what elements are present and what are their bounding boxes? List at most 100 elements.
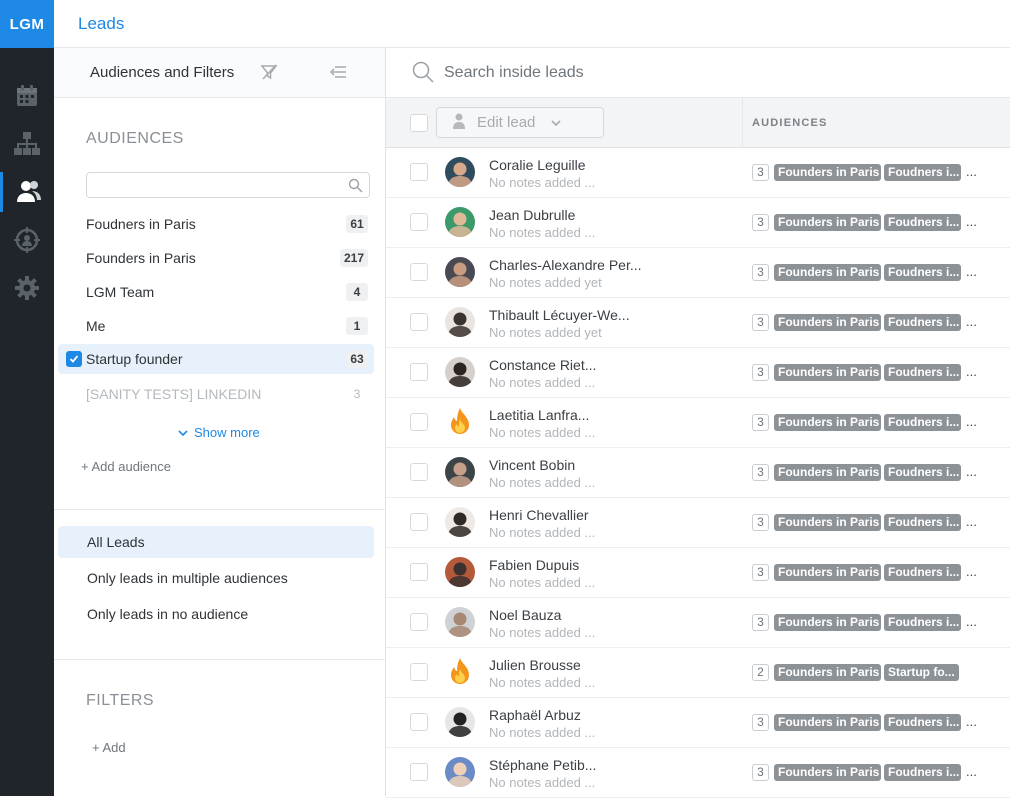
audience-tag[interactable]: Founders in Paris: [774, 664, 881, 681]
avatar[interactable]: [445, 307, 475, 337]
more-tags-indicator[interactable]: ...: [966, 414, 977, 429]
show-more-link[interactable]: Show more: [178, 425, 260, 440]
target-user-icon[interactable]: [0, 220, 54, 260]
table-row[interactable]: Noel Bauza No notes added ... 3 Founders in…: [386, 598, 1010, 648]
row-checkbox[interactable]: [410, 213, 428, 231]
avatar[interactable]: [445, 607, 475, 637]
audience-item-selected[interactable]: Startup founder 63: [58, 344, 374, 374]
audience-item[interactable]: LGM Team 4: [58, 277, 374, 307]
audience-tag[interactable]: Founders in Paris: [774, 764, 881, 781]
audience-tag[interactable]: Foudners i...: [884, 264, 961, 281]
lead-name[interactable]: Jean Dubrulle: [489, 207, 575, 223]
add-audience-button[interactable]: + Add audience: [81, 459, 171, 474]
fire-avatar-icon[interactable]: [445, 657, 475, 687]
row-checkbox[interactable]: [410, 663, 428, 681]
audience-search-input[interactable]: [86, 172, 370, 198]
calendar-icon[interactable]: [0, 76, 54, 116]
lead-name[interactable]: Constance Riet...: [489, 357, 596, 373]
clear-filter-icon[interactable]: [260, 63, 278, 85]
audience-tag[interactable]: Founders in Paris: [774, 564, 881, 581]
table-row[interactable]: Julien Brousse No notes added ... 2 Founder…: [386, 648, 1010, 698]
audience-tag[interactable]: Founders in Paris: [774, 614, 881, 631]
row-checkbox[interactable]: [410, 413, 428, 431]
filter-no-audience[interactable]: Only leads in no audience: [58, 598, 374, 630]
users-icon[interactable]: [0, 172, 54, 212]
table-row[interactable]: Coralie Leguille No notes added ... 3 Found…: [386, 148, 1010, 198]
lead-name[interactable]: Thibault Lécuyer-We...: [489, 307, 630, 323]
audience-item[interactable]: Foudners in Paris 61: [58, 209, 374, 239]
audience-tag[interactable]: Founders in Paris: [774, 714, 881, 731]
audience-tag[interactable]: Foudners i...: [884, 564, 961, 581]
audience-tag[interactable]: Startup fo...: [884, 664, 959, 681]
audience-item[interactable]: Founders in Paris 217: [58, 243, 374, 273]
audience-tag[interactable]: Foudners i...: [884, 514, 961, 531]
table-row[interactable]: Vincent Bobin No notes added ... 3 Founders…: [386, 448, 1010, 498]
table-row[interactable]: Raphaël Arbuz No notes added ... 3 Founders…: [386, 698, 1010, 748]
more-tags-indicator[interactable]: ...: [966, 314, 977, 329]
audience-tag[interactable]: Foudners i...: [884, 414, 961, 431]
avatar[interactable]: [445, 257, 475, 287]
lead-name[interactable]: Raphaël Arbuz: [489, 707, 581, 723]
more-tags-indicator[interactable]: ...: [966, 764, 977, 779]
avatar[interactable]: [445, 707, 475, 737]
row-checkbox[interactable]: [410, 763, 428, 781]
leads-search-bar[interactable]: Search inside leads: [386, 48, 1010, 98]
audience-tag[interactable]: Founders in Paris: [774, 214, 881, 231]
audience-item[interactable]: Me 1: [58, 311, 374, 341]
avatar[interactable]: [445, 757, 475, 787]
lead-name[interactable]: Stéphane Petib...: [489, 757, 596, 773]
audience-tag[interactable]: Foudners i...: [884, 464, 961, 481]
more-tags-indicator[interactable]: ...: [966, 464, 977, 479]
row-checkbox[interactable]: [410, 363, 428, 381]
table-row[interactable]: Fabien Dupuis No notes added ... 3 Founders…: [386, 548, 1010, 598]
add-filter-button[interactable]: + Add: [92, 740, 126, 755]
more-tags-indicator[interactable]: ...: [966, 514, 977, 529]
audience-tag[interactable]: Founders in Paris: [774, 514, 881, 531]
audience-tag[interactable]: Founders in Paris: [774, 164, 881, 181]
lead-name[interactable]: Vincent Bobin: [489, 457, 575, 473]
audience-item[interactable]: [SANITY TESTS] LINKEDIN 3: [58, 379, 374, 409]
audience-tag[interactable]: Foudners i...: [884, 164, 961, 181]
lead-name[interactable]: Charles-Alexandre Per...: [489, 257, 642, 273]
row-checkbox[interactable]: [410, 563, 428, 581]
more-tags-indicator[interactable]: ...: [966, 714, 977, 729]
table-row[interactable]: Thibault Lécuyer-We... No notes added yet…: [386, 298, 1010, 348]
avatar[interactable]: [445, 157, 475, 187]
row-checkbox[interactable]: [410, 513, 428, 531]
more-tags-indicator[interactable]: ...: [966, 364, 977, 379]
gear-icon[interactable]: [0, 268, 54, 308]
audience-tag[interactable]: Foudners i...: [884, 764, 961, 781]
lgm-logo[interactable]: LGM: [0, 0, 54, 48]
avatar[interactable]: [445, 357, 475, 387]
more-tags-indicator[interactable]: ...: [966, 164, 977, 179]
lead-name[interactable]: Henri Chevallier: [489, 507, 589, 523]
avatar[interactable]: [445, 557, 475, 587]
lead-name[interactable]: Noel Bauza: [489, 607, 561, 623]
row-checkbox[interactable]: [410, 263, 428, 281]
row-checkbox[interactable]: [410, 313, 428, 331]
table-row[interactable]: Jean Dubrulle No notes added ... 3 Founders…: [386, 198, 1010, 248]
more-tags-indicator[interactable]: ...: [966, 214, 977, 229]
lead-name[interactable]: Laetitia Lanfra...: [489, 407, 589, 423]
select-all-checkbox[interactable]: [410, 114, 428, 132]
checked-checkbox[interactable]: [66, 351, 82, 367]
audience-tag[interactable]: Foudners i...: [884, 614, 961, 631]
edit-lead-button[interactable]: Edit lead: [436, 107, 604, 138]
avatar[interactable]: [445, 507, 475, 537]
table-row[interactable]: Charles-Alexandre Per... No notes added y…: [386, 248, 1010, 298]
audience-tag[interactable]: Founders in Paris: [774, 364, 881, 381]
audience-tag[interactable]: Foudners i...: [884, 364, 961, 381]
filter-multiple-audiences[interactable]: Only leads in multiple audiences: [58, 562, 374, 594]
audience-tag[interactable]: Foudners i...: [884, 214, 961, 231]
leads-search-input[interactable]: Search inside leads: [444, 64, 584, 82]
lead-name[interactable]: Julien Brousse: [489, 657, 581, 673]
filter-all-leads[interactable]: All Leads: [58, 526, 374, 558]
fire-avatar-icon[interactable]: [445, 407, 475, 437]
table-row[interactable]: Henri Chevallier No notes added ... 3 Found…: [386, 498, 1010, 548]
row-checkbox[interactable]: [410, 163, 428, 181]
avatar[interactable]: [445, 207, 475, 237]
avatar[interactable]: [445, 457, 475, 487]
collapse-panel-icon[interactable]: [329, 63, 347, 85]
sitemap-icon[interactable]: [0, 124, 54, 164]
lead-name[interactable]: Fabien Dupuis: [489, 557, 579, 573]
